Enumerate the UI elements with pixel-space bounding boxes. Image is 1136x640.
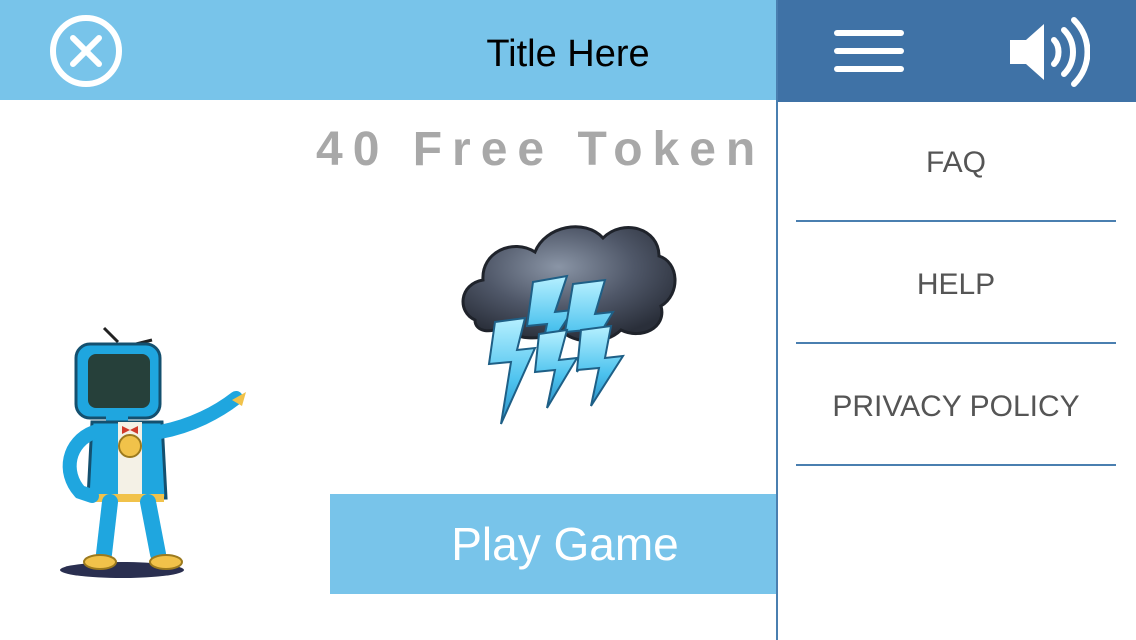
app-screen: Title Here 40 Free Token Play Game FAQ H…: [0, 0, 1136, 640]
menu-item-label: HELP: [916, 268, 996, 301]
side-menu-drawer: FAQ HELP PRIVACY POLICY: [776, 0, 1136, 640]
play-game-button[interactable]: Play Game: [330, 494, 800, 594]
sound-toggle-button[interactable]: [1006, 14, 1091, 90]
menu-button[interactable]: [834, 30, 906, 74]
menu-item-help[interactable]: HELP: [796, 224, 1116, 344]
speaker-volume-icon: [1010, 17, 1091, 87]
menu-item-privacy-policy[interactable]: PRIVACY POLICY: [796, 346, 1116, 466]
menu-item-label: FAQ: [925, 146, 986, 179]
storm-cloud-image: [461, 225, 677, 425]
menu-item-faq[interactable]: FAQ: [796, 102, 1116, 222]
mascot-image: [60, 326, 246, 578]
menu-item-label: PRIVACY POLICY: [832, 390, 1080, 423]
drawer-header: [778, 0, 1136, 102]
